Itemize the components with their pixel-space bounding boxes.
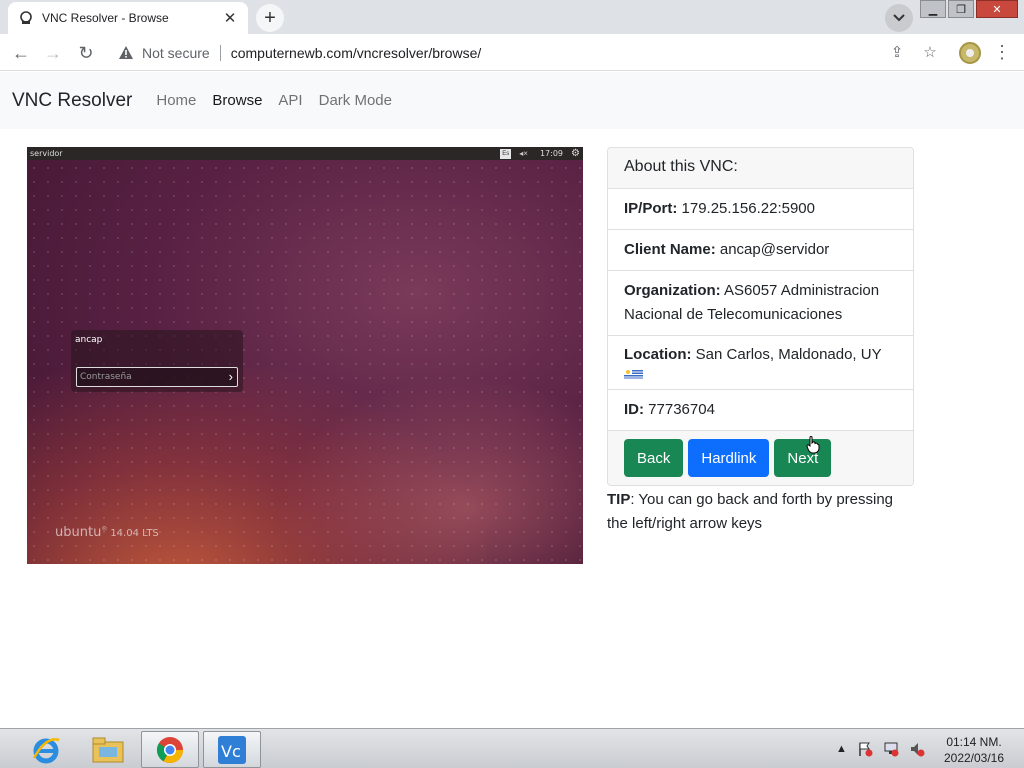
minimize-button[interactable]: ▁ — [920, 0, 946, 18]
forward-arrow-icon[interactable]: → — [40, 40, 66, 66]
os-version: 14.04 LTS — [110, 528, 159, 539]
browser-toolbar: ← → ↻ Not secure computernewb.com/vncres… — [0, 34, 1024, 71]
reload-icon[interactable]: ↻ — [73, 40, 99, 66]
restore-button[interactable]: ❐ — [948, 0, 974, 18]
taskbar-date: 2022/03/16 — [943, 751, 1005, 765]
location-value: San Carlos, Maldonado, UY — [695, 346, 882, 363]
remote-password-field: Contraseña › — [76, 367, 238, 387]
tray-expand-icon[interactable]: ▲ — [836, 743, 847, 755]
tab-close-icon[interactable]: ✕ — [222, 9, 238, 27]
card-footer: Back Hardlink Next — [608, 431, 913, 485]
file-explorer-icon[interactable] — [79, 731, 137, 768]
ip-port-value: 179.25.156.22:5900 — [681, 200, 815, 217]
close-window-button[interactable]: ✕ — [976, 0, 1018, 18]
tab-search-button[interactable] — [885, 4, 913, 32]
share-icon[interactable]: ⇪ — [887, 43, 907, 63]
address-divider — [219, 44, 221, 61]
system-tray: ▲ — [836, 741, 925, 757]
nav-home[interactable]: Home — [156, 92, 196, 109]
taskbar-time: 01:14 NM. — [946, 735, 1002, 749]
window-controls: ▁ ❐ ✕ — [920, 0, 1018, 18]
remote-clock: 17:09 — [539, 149, 564, 158]
tab-title: VNC Resolver - Browse — [42, 11, 169, 25]
taskbar-clock[interactable]: 01:14 NM. 2022/03/16 — [934, 734, 1014, 766]
ip-port-row: IP/Port: 179.25.156.22:5900 — [608, 189, 913, 230]
speaker-muted-icon[interactable] — [909, 741, 925, 757]
client-name-label: Client Name: — [624, 241, 716, 258]
svg-text:Vc: Vc — [221, 742, 241, 761]
client-name-value: ancap@servidor — [719, 241, 830, 258]
remote-login-box: ancap Contraseña › — [71, 330, 243, 392]
remote-hostname: servidor — [30, 149, 63, 158]
id-row: ID: 77736704 — [608, 390, 913, 431]
favicon-icon — [18, 10, 34, 26]
chevron-down-icon — [893, 14, 905, 22]
tip-text: TIP: You can go back and forth by pressi… — [607, 488, 917, 536]
vnc-screenshot: servidor Es ◂× 17:09 ⚙ ancap Contraseña … — [27, 147, 583, 564]
nav-dark-mode[interactable]: Dark Mode — [319, 92, 392, 109]
action-center-flag-icon[interactable] — [857, 741, 873, 757]
location-row: Location: San Carlos, Maldonado, UY — [608, 336, 913, 390]
url-text[interactable]: computernewb.com/vncresolver/browse/ — [231, 45, 482, 61]
id-value: 77736704 — [648, 401, 715, 418]
ip-port-label: IP/Port: — [624, 200, 678, 217]
tip-label: TIP — [607, 491, 631, 508]
vnc-info-card: About this VNC: IP/Port: 179.25.156.22:5… — [607, 147, 914, 486]
site-navbar: VNC Resolver Home Browse API Dark Mode — [0, 72, 1024, 129]
back-arrow-icon[interactable]: ← — [8, 40, 34, 66]
ubuntu-logo: ubuntu® 14.04 LTS — [55, 525, 159, 540]
site-brand[interactable]: VNC Resolver — [12, 90, 132, 112]
kebab-menu-icon[interactable]: ⋮ — [992, 41, 1012, 65]
chrome-icon[interactable] — [141, 731, 199, 768]
remote-password-placeholder: Contraseña — [80, 372, 132, 382]
address-bar[interactable]: Not secure computernewb.com/vncresolver/… — [108, 37, 953, 68]
remote-top-panel: servidor Es ◂× 17:09 ⚙ — [27, 147, 583, 160]
bookmark-star-icon[interactable]: ☆ — [920, 43, 940, 63]
organization-label: Organization: — [624, 282, 721, 299]
browser-tab[interactable]: VNC Resolver - Browse ✕ — [8, 2, 248, 34]
location-label: Location: — [624, 346, 692, 363]
organization-row: Organization: AS6057 Administracion Naci… — [608, 271, 913, 336]
vnc-viewer-icon[interactable]: Vc — [203, 731, 261, 768]
security-label[interactable]: Not secure — [142, 45, 210, 61]
uruguay-flag-icon — [624, 369, 643, 380]
speaker-icon: ◂× — [519, 149, 528, 158]
browser-titlebar: VNC Resolver - Browse ✕ + ▁ ❐ ✕ — [0, 0, 1024, 34]
id-label: ID: — [624, 401, 644, 418]
chevron-right-icon: › — [228, 369, 233, 384]
windows-taskbar: Vc ▲ 01:14 NM. 2022/03/16 — [0, 728, 1024, 768]
back-button[interactable]: Back — [624, 439, 684, 477]
hardlink-button[interactable]: Hardlink — [688, 439, 770, 477]
internet-explorer-icon[interactable] — [17, 731, 75, 768]
extension-icon[interactable] — [959, 42, 981, 64]
nav-api[interactable]: API — [278, 92, 302, 109]
new-tab-button[interactable]: + — [256, 4, 284, 32]
keyboard-layout-indicator: Es — [500, 148, 512, 159]
card-header: About this VNC: — [608, 148, 913, 189]
network-icon[interactable] — [883, 741, 899, 757]
client-name-row: Client Name: ancap@servidor — [608, 230, 913, 271]
remote-login-user: ancap — [75, 335, 103, 345]
tip-body: : You can go back and forth by pressing … — [607, 491, 894, 532]
hand-cursor-icon — [806, 436, 820, 454]
gear-icon: ⚙ — [571, 148, 580, 159]
nav-browse[interactable]: Browse — [212, 92, 262, 109]
warning-icon — [119, 45, 133, 59]
next-button[interactable]: Next — [774, 439, 832, 477]
os-name: ubuntu — [55, 525, 102, 540]
